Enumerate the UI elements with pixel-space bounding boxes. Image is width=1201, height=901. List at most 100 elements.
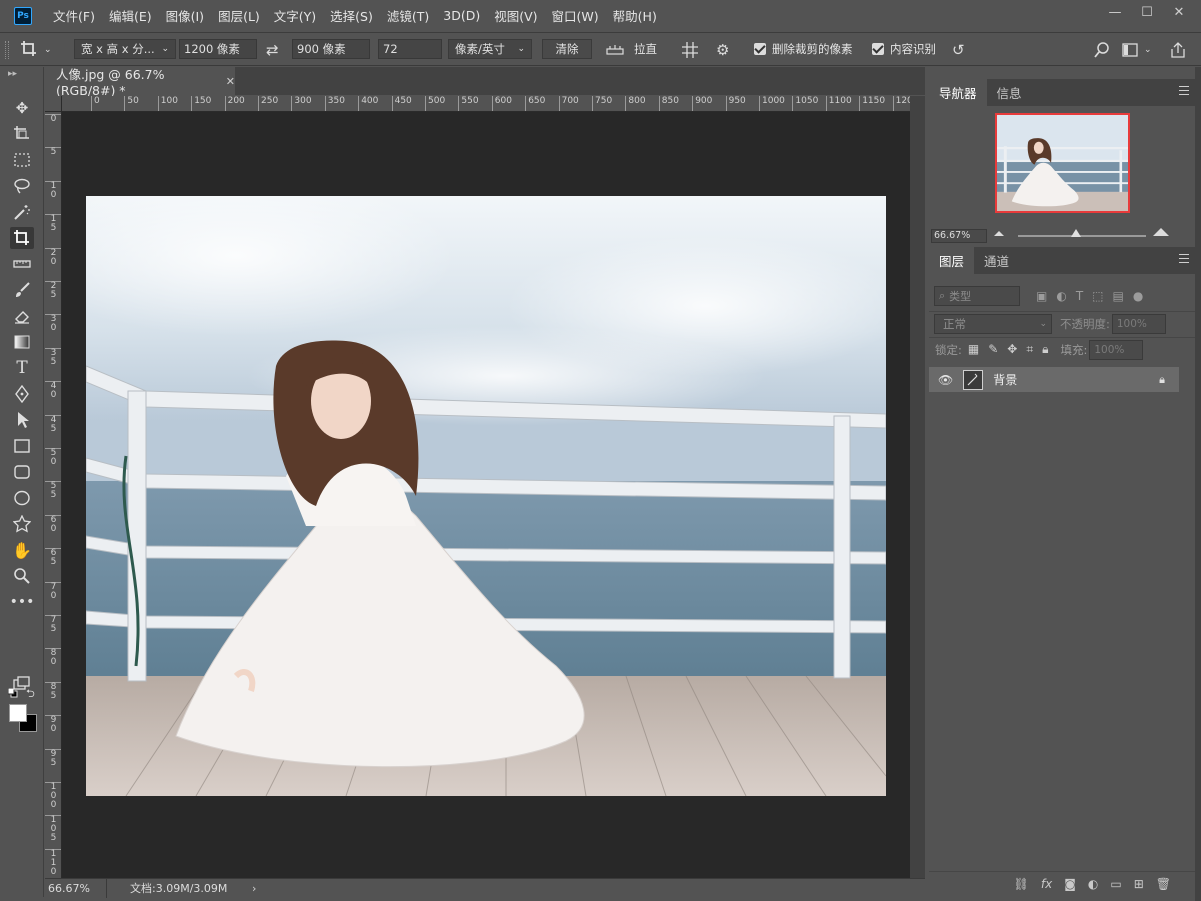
ratio-select[interactable]: 宽 x 高 x 分... ⌄ — [74, 39, 176, 59]
lock-artboard-icon[interactable]: ⌗ — [1026, 342, 1033, 357]
layer-thumbnail[interactable] — [963, 369, 984, 390]
menu-image[interactable]: 图像(I) — [159, 0, 211, 31]
width-input[interactable]: 1200 像素 — [179, 39, 257, 59]
menu-type[interactable]: 文字(Y) — [267, 0, 323, 31]
blend-mode-select[interactable]: 正常 ⌄ — [934, 313, 1052, 334]
reset-icon[interactable]: ↺ — [952, 39, 965, 61]
menu-layer[interactable]: 图层(L) — [211, 0, 267, 31]
link-layers-icon[interactable]: ⛓ — [1014, 877, 1029, 891]
tab-channels[interactable]: 通道 — [974, 247, 1019, 274]
content-aware-checkbox[interactable]: 内容识别 — [872, 39, 936, 59]
eye-icon[interactable]: 👁︎ — [938, 373, 953, 387]
close-button[interactable]: ✕ — [1163, 0, 1195, 24]
grid-overlay-icon[interactable] — [682, 39, 698, 61]
ruler-tool-icon[interactable] — [10, 253, 34, 275]
ellipse-tool-icon[interactable] — [10, 487, 34, 509]
lock-icon[interactable]: 🔒︎ — [1159, 373, 1165, 387]
menu-help[interactable]: 帮助(H) — [606, 0, 664, 31]
type-tool-icon[interactable]: T — [10, 357, 34, 379]
trash-icon[interactable]: 🗑︎ — [1156, 877, 1171, 891]
zoom-in-icon[interactable] — [1153, 228, 1169, 236]
swap-dimensions-icon[interactable]: ⇄ — [266, 39, 279, 61]
rectangle-tool-icon[interactable] — [10, 435, 34, 457]
tab-layers[interactable]: 图层 — [929, 247, 975, 274]
lasso-tool-icon[interactable] — [10, 175, 34, 197]
chevron-right-icon[interactable]: › — [252, 882, 256, 895]
horizontal-ruler[interactable]: 0 50 100 150 200 250 300 350 400 450 500 550 600 650 7… — [62, 96, 910, 112]
menu-view[interactable]: 视图(V) — [487, 0, 544, 31]
options-grip[interactable] — [5, 41, 9, 59]
opacity-input[interactable]: 100% — [1111, 313, 1166, 334]
navigator-thumbnail[interactable] — [995, 113, 1130, 213]
lock-all-icon[interactable]: 🔒︎ — [1042, 342, 1048, 357]
zoom-slider[interactable] — [1018, 235, 1146, 237]
marquee-tool-icon[interactable] — [10, 149, 34, 171]
menu-file[interactable]: 文件(F) — [46, 0, 102, 31]
custom-shape-tool-icon[interactable] — [10, 513, 34, 535]
more-tools-icon[interactable]: ••• — [10, 591, 35, 613]
path-selection-tool-icon[interactable] — [10, 409, 34, 431]
adjustment-filter-icon[interactable]: ◐ — [1056, 289, 1066, 303]
type-filter-icon[interactable]: T — [1076, 289, 1083, 303]
brush-tool-icon[interactable] — [10, 279, 34, 301]
layer-filter-select[interactable]: ⌕ 类型 — [934, 286, 1020, 306]
layer-row[interactable]: 👁︎ 背景 🔒︎ — [929, 367, 1179, 392]
tab-info[interactable]: 信息 — [987, 79, 1032, 106]
menu-edit[interactable]: 编辑(E) — [102, 0, 159, 31]
pixel-filter-icon[interactable]: ▣ — [1036, 289, 1047, 303]
vertical-ruler[interactable]: 0 5 1 0 1 5 2 0 2 5 3 0 3 5 4 0 4 5 5 0 5 5 6 0 6 5 7 … — [45, 112, 62, 878]
adjustment-layer-icon[interactable]: ◐ — [1088, 877, 1098, 891]
zoom-slider-handle[interactable] — [1070, 229, 1081, 237]
eraser-tool-icon[interactable] — [10, 305, 34, 327]
zoom-tool-icon[interactable] — [10, 565, 34, 587]
clear-button[interactable]: 清除 — [542, 39, 592, 59]
add-mask-icon[interactable]: ◙ — [1064, 877, 1076, 891]
panel-menu-icon[interactable] — [1179, 254, 1189, 263]
document-image[interactable] — [86, 196, 886, 796]
folder-icon[interactable]: ▭ — [1110, 877, 1121, 891]
lock-position-icon[interactable]: ✥ — [1007, 342, 1017, 357]
smart-object-filter-icon[interactable]: ▤ — [1113, 289, 1124, 303]
fill-input[interactable]: 100% — [1089, 339, 1144, 360]
ruler-origin[interactable] — [45, 96, 62, 112]
menu-window[interactable]: 窗口(W) — [545, 0, 606, 31]
artboard-tool-icon[interactable] — [10, 123, 34, 145]
document-tab[interactable]: 人像.jpg @ 66.7%(RGB/8#) * ✕ — [45, 67, 235, 98]
menu-3d[interactable]: 3D(D) — [436, 0, 487, 31]
share-icon[interactable] — [1170, 39, 1186, 61]
navigator-zoom-input[interactable]: 66.67% — [931, 229, 987, 243]
pen-tool-icon[interactable] — [10, 383, 34, 405]
maximize-button[interactable]: ☐ — [1131, 0, 1163, 24]
close-icon[interactable]: ✕ — [226, 75, 235, 88]
crop-tool-preset[interactable]: ⌄ — [20, 39, 52, 61]
fx-icon[interactable]: fx — [1041, 877, 1052, 891]
search-icon[interactable] — [1094, 39, 1110, 61]
straighten-label[interactable]: 拉直 — [634, 39, 657, 59]
gear-icon[interactable]: ⚙ — [716, 39, 729, 61]
straighten-icon[interactable] — [606, 39, 624, 61]
hand-tool-icon[interactable]: ✋ — [10, 539, 34, 561]
move-tool-icon[interactable]: ✥ — [10, 97, 34, 119]
panel-menu-icon[interactable] — [1179, 86, 1189, 95]
lock-transparent-icon[interactable]: ▦ — [968, 342, 979, 357]
foreground-color-swatch[interactable] — [9, 704, 27, 722]
menu-select[interactable]: 选择(S) — [323, 0, 380, 31]
layer-name[interactable]: 背景 — [993, 371, 1017, 388]
new-layer-icon[interactable]: ⊞ — [1134, 877, 1144, 891]
canvas-vertical-scrollbar[interactable] — [910, 96, 925, 878]
resolution-input[interactable]: 72 — [378, 39, 442, 59]
menu-filter[interactable]: 滤镜(T) — [380, 0, 436, 31]
workspace-icon[interactable]: ⌄ — [1122, 39, 1152, 61]
filter-toggle-icon[interactable]: ● — [1133, 289, 1143, 303]
collapse-icon[interactable]: ▸▸ — [8, 69, 17, 79]
rounded-rectangle-tool-icon[interactable] — [10, 461, 34, 483]
status-zoom[interactable]: 66.67% — [45, 878, 107, 898]
lock-brush-icon[interactable]: ✎ — [988, 342, 998, 357]
gradient-tool-icon[interactable] — [10, 331, 34, 353]
screen-mode-icon[interactable] — [10, 673, 34, 695]
unit-select[interactable]: 像素/英寸 ⌄ — [448, 39, 532, 59]
crop-tool-icon[interactable] — [10, 227, 34, 249]
tab-navigator[interactable]: 导航器 — [929, 79, 987, 106]
zoom-out-icon[interactable] — [994, 231, 1004, 236]
magic-wand-tool-icon[interactable] — [10, 201, 34, 223]
